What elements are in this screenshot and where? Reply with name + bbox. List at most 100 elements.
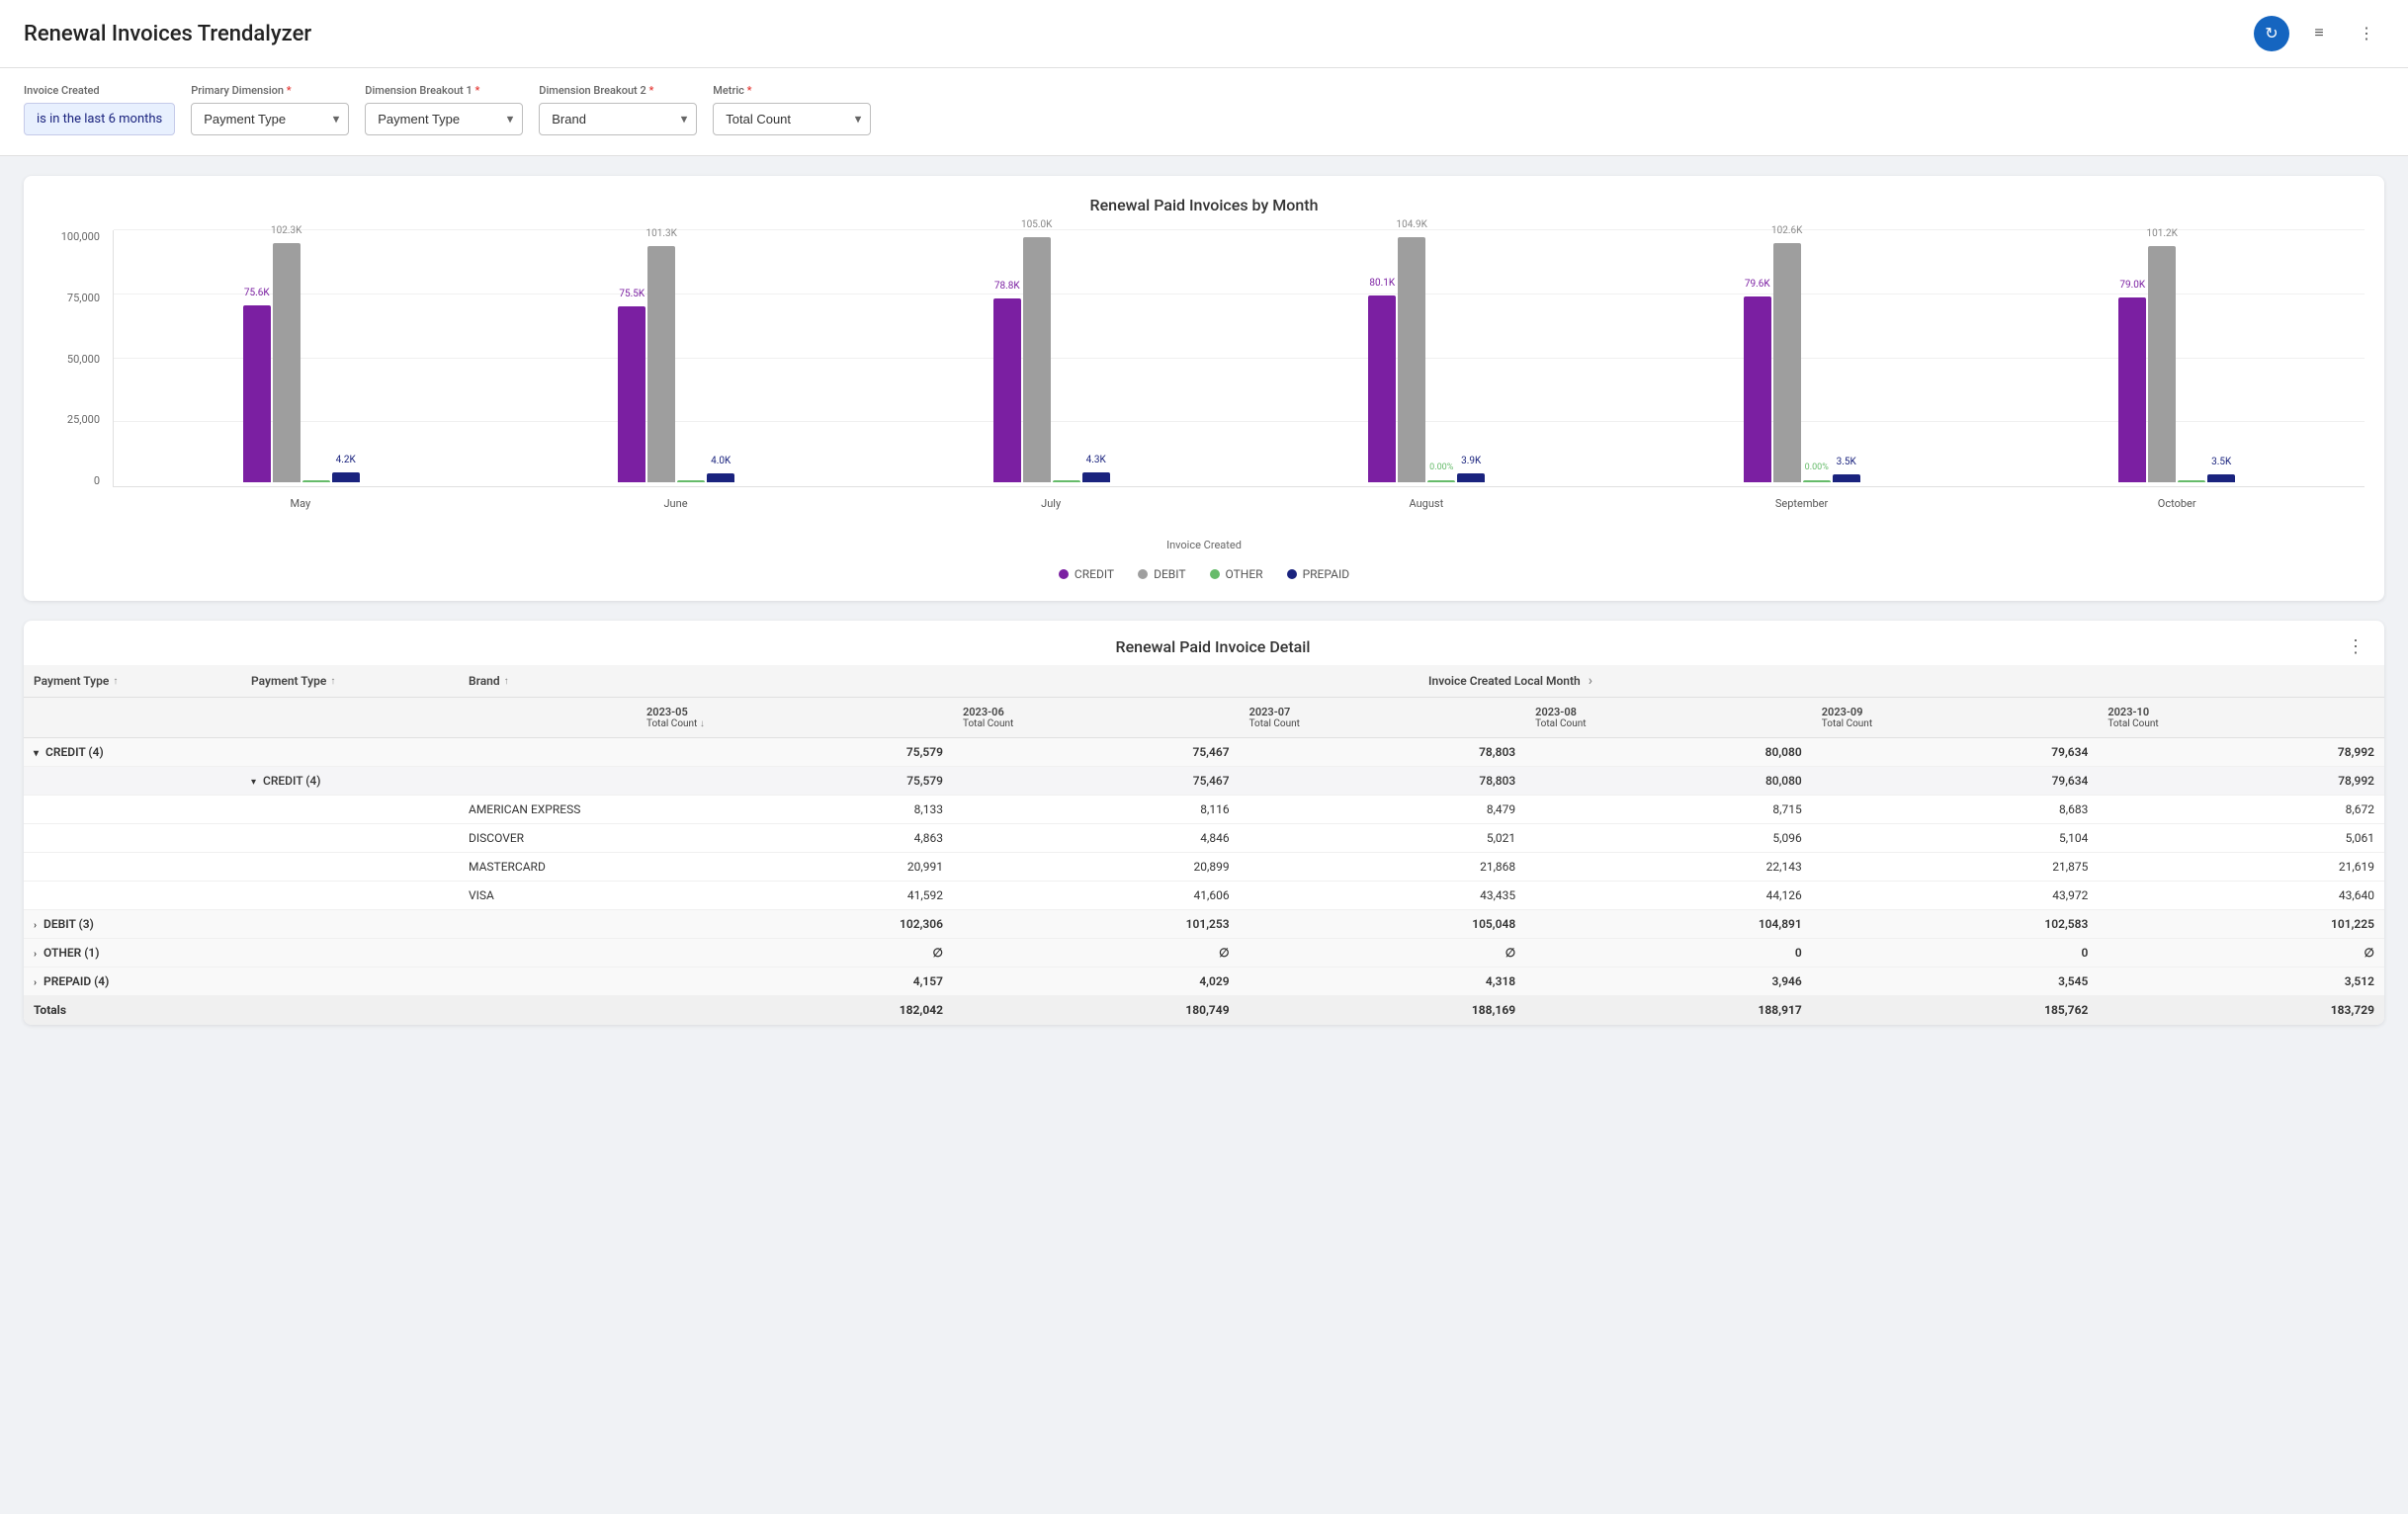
bar-june-prepaid: 4.0K: [707, 473, 734, 482]
expand-icon-credit[interactable]: ▾: [34, 748, 39, 759]
bar-label-aug-prepaid: 3.9K: [1461, 456, 1481, 466]
expand-icon-credit-sub[interactable]: ▾: [251, 777, 256, 788]
sort-icon-pt1[interactable]: ↑: [113, 676, 118, 687]
bar-fill-aug-debit: [1398, 237, 1425, 482]
td-mc-2305: 20,991: [637, 853, 953, 882]
bar-may-credit: 75.6K: [243, 305, 271, 482]
sort-icon-brand[interactable]: ↑: [504, 676, 509, 687]
td-mc-2308: 22,143: [1525, 853, 1812, 882]
bar-sep-credit: 79.6K: [1744, 296, 1771, 482]
td-other-2305: ∅: [637, 939, 953, 967]
dimension-breakout2-filter: Dimension Breakout 2 * Brand: [539, 84, 697, 135]
expand-icon-debit[interactable]: ›: [34, 920, 37, 931]
td-other-expand[interactable]: › OTHER (1): [24, 939, 241, 967]
bar-fill-sep-credit: [1744, 296, 1771, 482]
metric-select[interactable]: Total Count: [713, 103, 871, 135]
td-totals-2310: 183,729: [2098, 996, 2384, 1025]
th-invoice-created-month: Invoice Created Local Month ›: [637, 665, 2384, 698]
td-other-pt2: [241, 939, 459, 967]
th-payment-type-1: Payment Type ↑: [24, 665, 241, 698]
table-more-button[interactable]: ⋮: [2347, 636, 2365, 657]
td-prepaid-expand[interactable]: › PREPAID (4): [24, 967, 241, 996]
y-label-100k: 100,000: [61, 230, 100, 243]
metric-filter: Metric * Total Count: [713, 84, 871, 135]
td-credit-expand[interactable]: ▾ CREDIT (4): [24, 738, 241, 767]
td-credit-sg-2310: 78,992: [2098, 767, 2384, 796]
td-amex-pt2: [241, 796, 459, 824]
table-row-credit-group: ▾ CREDIT (4) 75,579 75,467 78,803 80,080…: [24, 738, 2384, 767]
td-debit-expand[interactable]: › DEBIT (3): [24, 910, 241, 939]
bar-label-sep-prepaid: 3.5K: [1837, 457, 1856, 467]
dimension-breakout1-select[interactable]: Payment Type: [365, 103, 523, 135]
td-credit-2309: 79,634: [1812, 738, 2099, 767]
bar-fill-june-credit: [618, 306, 645, 482]
x-label-june: June: [488, 497, 864, 510]
dimension-breakout2-select[interactable]: Brand: [539, 103, 697, 135]
td-debit-2310: 101,225: [2098, 910, 2384, 939]
legend-credit: CREDIT: [1059, 567, 1114, 581]
detail-table-title: Renewal Paid Invoice Detail: [79, 637, 2347, 656]
td-totals-label: Totals: [24, 996, 241, 1025]
bar-may-prepaid: 4.2K: [332, 472, 360, 482]
bar-may-other: [302, 480, 330, 482]
bar-fill-sep-prepaid: [1833, 474, 1860, 482]
td-amex-2308: 8,715: [1525, 796, 1812, 824]
bar-label-july-prepaid: 4.3K: [1086, 455, 1106, 465]
bar-july-debit: 105.0K: [1023, 237, 1051, 482]
dimension-breakout2-label: Dimension Breakout 2 *: [539, 84, 697, 97]
td-prepaid-pt2: [241, 967, 459, 996]
legend-other: OTHER: [1210, 567, 1263, 581]
td-amex-2309: 8,683: [1812, 796, 2099, 824]
bar-fill-may-prepaid: [332, 472, 360, 482]
td-visa-2309: 43,972: [1812, 882, 2099, 910]
invoice-created-value[interactable]: is in the last 6 months: [24, 103, 175, 135]
table-card-header: Renewal Paid Invoice Detail ⋮: [24, 621, 2384, 665]
td-totals-2306: 180,749: [953, 996, 1240, 1025]
td-credit-brand: [459, 738, 637, 767]
td-discover-2306: 4,846: [953, 824, 1240, 853]
bar-oct-prepaid: 3.5K: [2207, 474, 2235, 482]
legend-dot-other: [1210, 569, 1220, 579]
app-header: Renewal Invoices Trendalyzer ↻ ≡ ⋮: [0, 0, 2408, 68]
more-options-button[interactable]: ⋮: [2349, 16, 2384, 51]
refresh-button[interactable]: ↻: [2254, 16, 2289, 51]
metric-select-wrapper: Total Count: [713, 103, 871, 135]
td-credit-sg-2308: 80,080: [1525, 767, 1812, 796]
expand-icon-other[interactable]: ›: [34, 949, 37, 960]
bar-label-oct-credit: 79.0K: [2119, 280, 2145, 291]
td-credit-sg-pt2[interactable]: ▾ CREDIT (4): [241, 767, 459, 796]
td-debit-2307: 105,048: [1240, 910, 1526, 939]
bar-label-may-prepaid: 4.2K: [336, 455, 356, 465]
td-mc-2307: 21,868: [1240, 853, 1526, 882]
td-debit-2305: 102,306: [637, 910, 953, 939]
expand-icon-prepaid[interactable]: ›: [34, 977, 37, 988]
td-credit-2308: 80,080: [1525, 738, 1812, 767]
month-nav-icon[interactable]: ›: [1589, 673, 1592, 689]
y-label-0: 0: [94, 474, 100, 487]
legend-debit: DEBIT: [1138, 567, 1185, 581]
table-row-amex: AMERICAN EXPRESS 8,133 8,116 8,479 8,715…: [24, 796, 2384, 824]
bar-label-oct-debit: 101.2K: [2147, 228, 2178, 239]
sort-2305[interactable]: ↓: [700, 718, 705, 729]
td-credit-sg-2307: 78,803: [1240, 767, 1526, 796]
page-title: Renewal Invoices Trendalyzer: [24, 22, 311, 46]
td-amex-2306: 8,116: [953, 796, 1240, 824]
th-month-2023-08: 2023-08 Total Count: [1525, 698, 1812, 738]
primary-dimension-select[interactable]: Payment Type: [191, 103, 349, 135]
td-discover-pt1: [24, 824, 241, 853]
filter-button[interactable]: ≡: [2301, 16, 2337, 51]
month-group-may: 75.6K 102.3K 4.2K: [114, 243, 489, 486]
td-amex-brand: AMERICAN EXPRESS: [459, 796, 637, 824]
bar-june-credit: 75.5K: [618, 306, 645, 482]
x-label-october: October: [1989, 497, 2365, 510]
bar-fill-june-other: [677, 480, 705, 482]
table-header-row-1: Payment Type ↑ Payment Type ↑ Brand: [24, 665, 2384, 698]
primary-dimension-filter: Primary Dimension * Payment Type: [191, 84, 349, 135]
td-credit-sg-pt1: [24, 767, 241, 796]
bar-label-june-prepaid: 4.0K: [711, 456, 731, 466]
td-prepaid-2308: 3,946: [1525, 967, 1812, 996]
bar-fill-aug-other: [1427, 480, 1455, 482]
bar-fill-oct-debit: [2148, 246, 2176, 482]
td-mc-pt2: [241, 853, 459, 882]
sort-icon-pt2[interactable]: ↑: [330, 676, 335, 687]
